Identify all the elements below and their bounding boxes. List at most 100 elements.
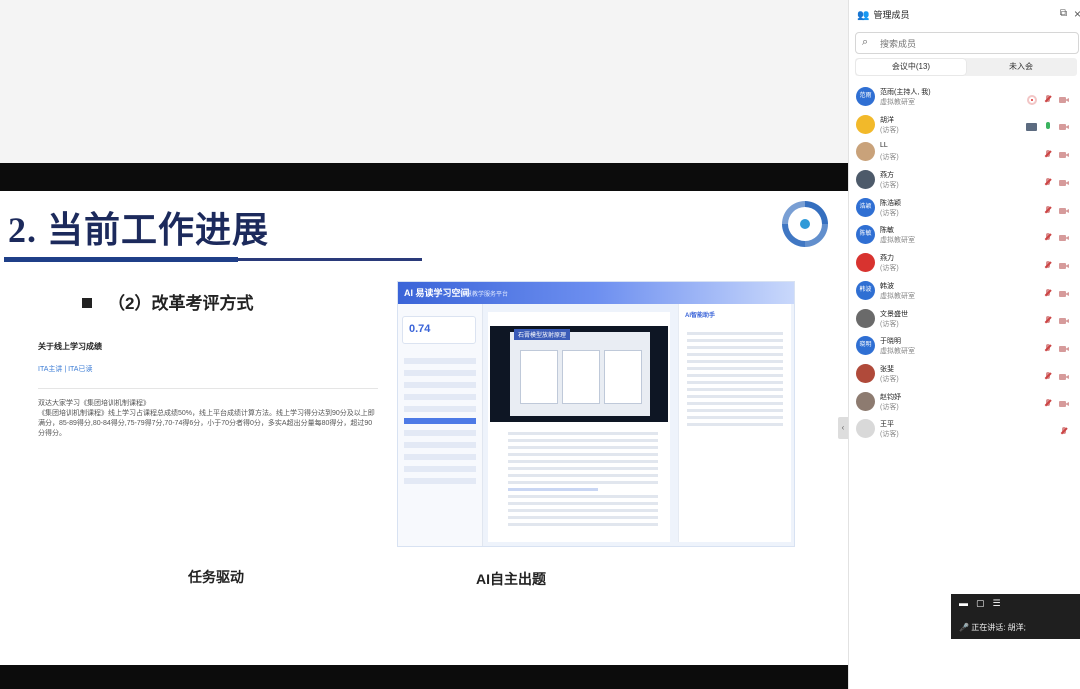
mic-muted-icon[interactable] [1059, 427, 1069, 437]
mic-muted-icon[interactable] [1043, 150, 1053, 160]
mic-muted-icon[interactable] [1043, 205, 1053, 216]
speaker-mic-icon: 🎤 [959, 623, 969, 632]
camera-off-icon[interactable] [1059, 261, 1069, 271]
mic-muted-icon[interactable] [1043, 288, 1053, 299]
member-controls [1037, 368, 1069, 380]
list-icon[interactable]: ☰ [993, 598, 1001, 608]
member-row[interactable]: 张斐 (访客) [849, 361, 1080, 389]
tab-not-joined[interactable]: 未入会 [966, 59, 1076, 75]
member-row[interactable]: 胡洋 (访客) [849, 112, 1080, 140]
screen-share-icon[interactable] [1026, 123, 1037, 132]
member-row[interactable]: 王平 (访客) [849, 416, 1080, 444]
title-underline-accent [4, 257, 238, 262]
recording-icon[interactable] [1027, 94, 1037, 105]
member-row[interactable]: 赵钧妤 (访客) [849, 389, 1080, 417]
member-role: (访客) [880, 209, 899, 217]
avatar [856, 114, 875, 134]
speaking-label: 正在讲话: [971, 623, 1006, 632]
tab-in-meeting[interactable]: 会议中(13) [856, 59, 966, 75]
camera-off-icon[interactable] [1059, 289, 1069, 299]
member-row[interactable]: LL (访客) [849, 139, 1080, 167]
member-row[interactable]: 范雨 范雨(主持人, 我) 虚拟教研室 [849, 84, 1080, 112]
presentation-slide: 2. 当前工作进展 （2）改革考评方式 关于线上学习成绩 ITA主讲 | ITA… [0, 191, 848, 665]
member-controls [1037, 146, 1069, 160]
window-icon[interactable]: ▢ [976, 598, 985, 608]
member-row[interactable]: 燕方 (访客) [849, 167, 1080, 195]
member-search[interactable]: ⌕ [855, 32, 1079, 54]
ai-menu-item-active [404, 418, 476, 424]
mic-muted-icon[interactable] [1043, 399, 1053, 409]
doc-meta: ITA主讲 | ITA已读 [38, 366, 93, 373]
avatar [856, 308, 875, 328]
avatar: 韩波 [856, 280, 875, 300]
member-controls [1037, 257, 1069, 269]
doc-divider [38, 388, 378, 389]
shared-screen-area: 2. 当前工作进展 （2）改革考评方式 关于线上学习成绩 ITA主讲 | ITA… [0, 0, 848, 689]
member-row[interactable]: 浩颖 陈浩颖 (访客) [849, 195, 1080, 223]
camera-off-icon[interactable] [1059, 316, 1069, 326]
member-role: 虚拟教研室 [880, 237, 915, 245]
member-name: 赵钧妤 [880, 393, 901, 401]
ai-sidebar: 0.74 [398, 304, 483, 546]
mic-muted-icon[interactable] [1043, 260, 1053, 271]
subheading-text: （2）改革考评方式 [108, 294, 254, 313]
mic-muted-icon[interactable] [1043, 316, 1053, 326]
ai-menu-item [404, 370, 476, 376]
university-logo-icon [782, 201, 828, 247]
collapse-panel-button[interactable]: ‹ [838, 417, 848, 439]
search-input[interactable] [878, 35, 1072, 52]
member-row[interactable]: 燕力 (访客) [849, 250, 1080, 278]
mic-muted-icon[interactable] [1043, 177, 1053, 188]
doc-title: 关于线上学习成绩 [38, 342, 102, 351]
minimize-icon[interactable]: ▬ [959, 598, 968, 608]
doc-body-2: 《集团培训机制课程》线上学习占课程总成绩50%，线上平台成绩计算方法。线上学习得… [38, 410, 375, 437]
member-controls [1037, 174, 1069, 186]
ai-platform-screenshot: AI 易读学习空间 智慧教学服务平台 0.74 石膏模型放射原理 AI智能助手 [397, 281, 795, 547]
ai-content: 石膏模型放射原理 [488, 312, 670, 542]
mic-muted-icon[interactable] [1043, 371, 1053, 382]
close-icon[interactable]: × [1074, 7, 1080, 21]
camera-off-icon[interactable] [1059, 344, 1069, 354]
ai-menu-item [404, 394, 476, 400]
doc-body-1: 双达大家学习《集团培训机制课程》 [38, 400, 150, 407]
camera-off-icon[interactable] [1059, 399, 1069, 409]
avatar [856, 363, 875, 383]
camera-off-icon[interactable] [1059, 122, 1069, 132]
member-name: 张斐 [880, 365, 894, 373]
speaking-toolbar: ▬ ▢ ☰ [959, 598, 1009, 609]
ai-video: 石膏模型放射原理 [490, 326, 668, 422]
member-name: 王平 [880, 421, 894, 429]
member-controls [1037, 340, 1069, 352]
mic-muted-icon[interactable] [1043, 94, 1053, 105]
mic-muted-icon[interactable] [1043, 343, 1053, 354]
member-row[interactable]: 陈敏 陈敏 虚拟教研室 [849, 222, 1080, 250]
member-controls [1037, 313, 1069, 325]
avatar [856, 170, 875, 190]
popout-icon[interactable]: ⧉ [1060, 8, 1067, 19]
member-controls [1021, 91, 1069, 105]
speaking-line: 🎤 正在讲话: 胡洋; [959, 622, 1026, 633]
ai-assistant: AI智能助手 [678, 304, 791, 542]
mic-muted-icon[interactable] [1043, 233, 1053, 243]
panel-header: 👥 管理成员 [857, 8, 1073, 24]
camera-off-icon[interactable] [1059, 372, 1069, 382]
ai-header: AI 易读学习空间 智慧教学服务平台 [398, 282, 794, 304]
member-row[interactable]: 文景盛世 (访客) [849, 306, 1080, 334]
member-name: 范雨(主持人, 我) [880, 89, 931, 96]
member-list: 范雨 范雨(主持人, 我) 虚拟教研室 胡洋 (访客) LL (访客) 燕方 (访客) 浩颖 陈浩颖… [849, 84, 1080, 444]
member-role: (访客) [880, 265, 899, 273]
camera-off-icon[interactable] [1059, 206, 1069, 216]
member-row[interactable]: 韩波 韩波 虚拟教研室 [849, 278, 1080, 306]
mic-on-icon[interactable] [1043, 122, 1053, 132]
member-role: (访客) [880, 403, 899, 411]
camera-off-icon[interactable] [1059, 95, 1069, 105]
camera-off-icon[interactable] [1059, 233, 1069, 243]
ai-score: 0.74 [409, 323, 431, 335]
camera-off-icon[interactable] [1059, 178, 1069, 188]
ai-menu-item [404, 478, 476, 484]
member-name: 陈敏 [880, 227, 894, 235]
member-row[interactable]: 晓明 于晓明 虚拟教研室 [849, 333, 1080, 361]
camera-off-icon[interactable] [1059, 150, 1069, 160]
member-name: 陈浩颖 [880, 199, 901, 207]
speaking-indicator: ▬ ▢ ☰ 🎤 正在讲话: 胡洋; [951, 594, 1080, 639]
